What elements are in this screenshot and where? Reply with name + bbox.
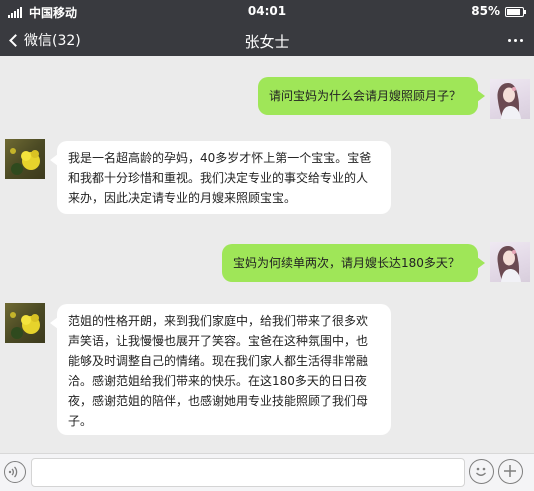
- plus-icon: [504, 465, 516, 477]
- message-line: 我是一名超高龄的孕妈，40多岁才怀上第一个宝宝。宝爸: [68, 151, 372, 165]
- chat-title: 张女士: [244, 33, 290, 51]
- message-line: 声笑语，让我慢慢也展开了笑容。宝爸在这种氛围中，也: [68, 334, 369, 348]
- message-bubble-outgoing[interactable]: 请问宝妈为什么会请月嫂照顾月子？: [258, 77, 485, 115]
- message-line: 夜，感谢范姐的陪伴，也感谢她用专业技能照顾了我们母: [68, 394, 369, 408]
- emoji-button[interactable]: [469, 459, 494, 484]
- message-line: 能够及时调整自己的情绪。现在我们家人都生活得非常融: [68, 354, 369, 368]
- chat-area[interactable]: 请问宝妈为什么会请月嫂照顾月子？ 我是一名超高龄的孕妈，40多岁才怀上第一个宝宝…: [0, 56, 534, 453]
- message-text: 宝妈为何续单两次，请月嫂长达180多天？: [233, 256, 460, 270]
- message-line: 洽。感谢范姐给我们带来的快乐。在这180多天的日日夜: [68, 374, 367, 388]
- nav-bar: 微信(32) 张女士: [0, 24, 534, 56]
- status-bar: 中国移动 04:01 85%: [0, 0, 534, 24]
- battery-icon: [505, 7, 526, 17]
- message-bubble-incoming[interactable]: 我是一名超高龄的孕妈，40多岁才怀上第一个宝宝。宝爸 和我都十分珍惜和重视。我们…: [50, 141, 391, 214]
- emoji-icon: [476, 467, 486, 476]
- contact-avatar[interactable]: [5, 303, 45, 343]
- message-line: 子。: [68, 414, 93, 428]
- user-avatar[interactable]: [490, 242, 530, 282]
- message-line: 范姐的性格开朗，来到我们家庭中，给我们带来了很多欢: [68, 314, 369, 328]
- contact-avatar[interactable]: [5, 139, 45, 179]
- message-bubble-incoming[interactable]: 范姐的性格开朗，来到我们家庭中，给我们带来了很多欢 声笑语，让我慢慢也展开了笑容…: [50, 304, 391, 435]
- input-bar: [0, 453, 534, 491]
- user-avatar[interactable]: [490, 79, 530, 119]
- voice-icon: [8, 466, 18, 478]
- more-button[interactable]: [506, 30, 526, 50]
- message-text: 请问宝妈为什么会请月嫂照顾月子？: [269, 89, 462, 103]
- message-line: 和我都十分珍惜和重视。我们决定专业的事交给专业的人: [68, 171, 369, 185]
- message-bubble-outgoing[interactable]: 宝妈为何续单两次，请月嫂长达180多天？: [222, 244, 485, 282]
- plus-button[interactable]: [498, 459, 523, 484]
- message-line: 来办，因此决定请专业的月嫂来照顾宝宝。: [68, 191, 297, 205]
- voice-button[interactable]: [4, 461, 26, 483]
- status-time: 04:01: [247, 4, 287, 18]
- battery-percent: 85%: [471, 4, 500, 18]
- message-input[interactable]: [31, 458, 465, 487]
